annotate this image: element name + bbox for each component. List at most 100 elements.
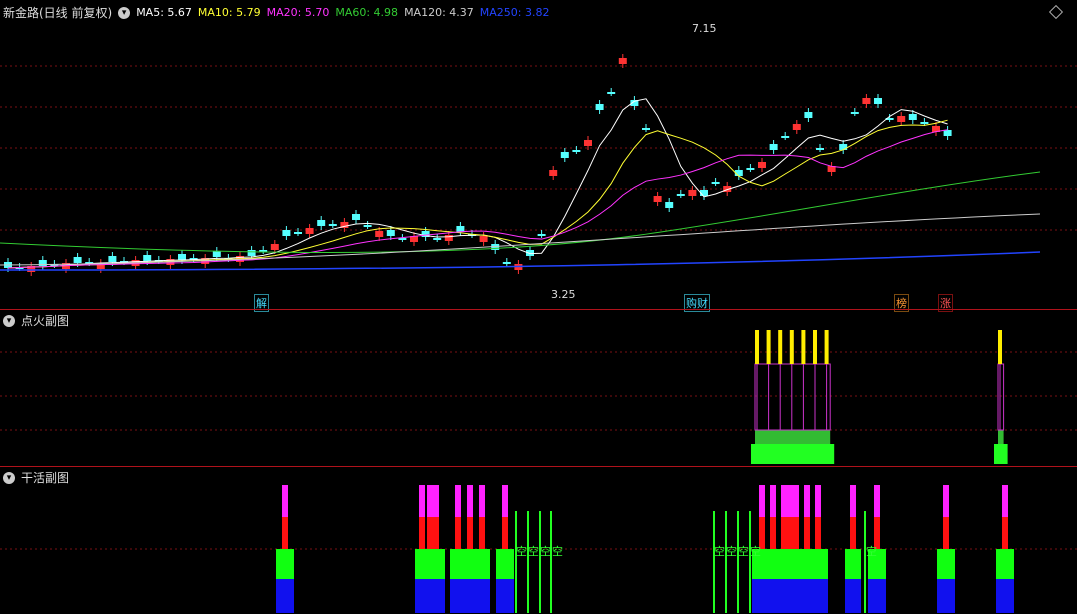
ignition-box xyxy=(754,363,831,431)
candlestick-chart[interactable] xyxy=(0,0,1077,310)
candle-body xyxy=(305,228,314,234)
stack-blue xyxy=(868,579,886,613)
stack-magenta xyxy=(759,485,765,517)
candle-body xyxy=(328,224,337,226)
ignition-spike xyxy=(778,330,783,364)
candle-body xyxy=(560,152,569,158)
chevron-down-icon[interactable]: ▾ xyxy=(3,471,15,484)
candle-body xyxy=(769,144,778,150)
stack-red xyxy=(479,517,485,549)
ma10-line xyxy=(7,119,948,269)
kong-label: 空 xyxy=(726,544,737,558)
sub2-header: ▾ 干活副图 xyxy=(3,469,69,486)
kong-label: 空 xyxy=(866,544,877,558)
ma10-value: MA10: 5.79 xyxy=(197,6,261,19)
work-subchart[interactable]: 空空空空空空空空空 xyxy=(0,467,1077,614)
candle-body xyxy=(642,128,650,130)
stack-red xyxy=(433,517,439,549)
candle-body xyxy=(781,136,790,138)
candle-body xyxy=(595,104,604,110)
ignition-spike xyxy=(801,330,806,364)
stack-green xyxy=(937,549,955,579)
stack-green xyxy=(996,549,1014,579)
stack-magenta xyxy=(781,485,787,517)
sub1-header: ▾ 点火副图 xyxy=(3,312,69,329)
stack-blue xyxy=(450,579,490,613)
stack-green xyxy=(276,549,294,579)
stack-red xyxy=(427,517,433,549)
stack-red xyxy=(815,517,821,549)
stack-magenta xyxy=(804,485,810,517)
ma60-value: MA60: 4.98 xyxy=(335,6,399,19)
stack-red xyxy=(804,517,810,549)
ignition-spike xyxy=(998,330,1002,364)
candle-body xyxy=(653,196,662,202)
chevron-down-icon[interactable]: ▾ xyxy=(3,314,15,327)
stack-red xyxy=(455,517,461,549)
candle-body xyxy=(711,182,720,184)
stack-magenta xyxy=(502,485,508,517)
stack-magenta xyxy=(815,485,821,517)
stack-magenta xyxy=(467,485,473,517)
stack-magenta xyxy=(427,485,433,517)
candle-body xyxy=(862,98,871,104)
stack-green xyxy=(845,549,861,579)
stack-blue xyxy=(496,579,514,613)
stack-blue xyxy=(996,579,1014,613)
stack-red xyxy=(282,517,288,549)
candle-body xyxy=(178,254,186,260)
stack-magenta xyxy=(419,485,425,517)
stack-blue xyxy=(276,579,294,613)
stack-red xyxy=(419,517,425,549)
candle-body xyxy=(549,170,558,176)
ma20-value: MA20: 5.70 xyxy=(266,6,330,19)
kong-label: 空 xyxy=(714,544,725,558)
candle-body xyxy=(352,214,360,220)
ignition-spike xyxy=(755,330,759,364)
stack-red xyxy=(787,517,793,549)
candle-body xyxy=(665,202,674,208)
stack-magenta xyxy=(793,485,799,517)
work-subchart-panel[interactable]: 空空空空空空空空空 ▾ 干活副图 xyxy=(0,467,1077,614)
ignition-subchart[interactable] xyxy=(0,310,1077,467)
ignition-spike xyxy=(789,330,794,364)
stack-red xyxy=(781,517,787,549)
candle-body xyxy=(816,148,824,150)
stack-red xyxy=(770,517,776,549)
candle-body xyxy=(897,116,906,122)
stack-blue xyxy=(415,579,445,613)
stack-blue xyxy=(937,579,955,613)
ignition-subchart-panel[interactable]: ▾ 点火副图 xyxy=(0,310,1077,467)
stack-green xyxy=(450,549,490,579)
ignition-spike xyxy=(824,330,829,364)
main-chart-panel[interactable]: 新金路(日线 前复权) ▾ MA5: 5.67 MA10: 5.79 MA20:… xyxy=(0,0,1077,312)
stack-red xyxy=(943,517,949,549)
candle-body xyxy=(456,226,465,232)
low-price-label: 3.25 xyxy=(551,288,576,301)
candle-body xyxy=(108,256,117,262)
sub1-title: 点火副图 xyxy=(21,314,70,328)
stack-blue xyxy=(752,579,828,613)
kong-label: 空 xyxy=(738,544,749,558)
candle-body xyxy=(143,255,152,261)
candle-body xyxy=(317,220,326,226)
candle-body xyxy=(537,234,546,236)
chevron-down-icon[interactable]: ▾ xyxy=(118,6,131,19)
candle-body xyxy=(212,251,221,257)
stack-red xyxy=(502,517,508,549)
candle-body xyxy=(294,232,302,234)
kong-label: 空 xyxy=(552,544,563,558)
stack-red xyxy=(850,517,856,549)
ignition-bar xyxy=(998,430,1004,444)
candle-body xyxy=(270,244,279,250)
stack-magenta xyxy=(282,485,288,517)
kong-label: 空 xyxy=(750,544,761,558)
candle-body xyxy=(618,58,627,64)
ignition-bar xyxy=(755,430,831,444)
stack-green xyxy=(752,549,828,579)
ignition-bar xyxy=(751,444,835,464)
stack-red xyxy=(1002,517,1008,549)
candle-body xyxy=(375,231,384,237)
stack-magenta xyxy=(1002,485,1008,517)
ma5-value: MA5: 5.67 xyxy=(136,6,192,19)
